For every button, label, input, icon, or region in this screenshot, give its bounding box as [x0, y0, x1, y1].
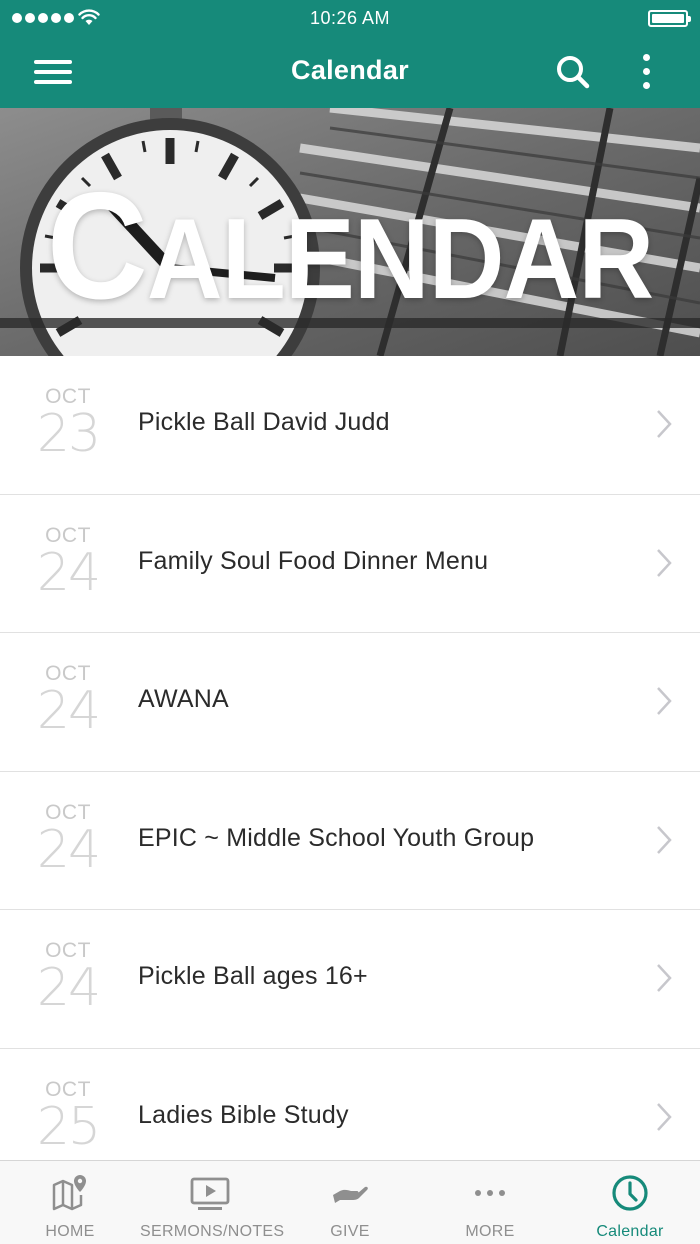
event-title: EPIC ~ Middle School Youth Group: [138, 823, 535, 852]
tab-home[interactable]: HOME: [0, 1161, 140, 1244]
chevron-right-icon: [657, 825, 672, 854]
more-dots-icon: [475, 1190, 505, 1196]
event-title: Family Soul Food Dinner Menu: [138, 546, 489, 575]
video-play-icon: [190, 1177, 230, 1210]
tab-label: HOME: [45, 1223, 95, 1240]
tab-more[interactable]: MORE: [420, 1161, 560, 1244]
event-row[interactable]: OCT 24 AWANA: [0, 633, 700, 772]
tab-label: Calendar: [596, 1223, 664, 1240]
event-day: 24: [36, 958, 101, 1018]
tab-label: GIVE: [330, 1223, 370, 1240]
tab-calendar[interactable]: Calendar: [560, 1161, 700, 1244]
event-row[interactable]: OCT 24 EPIC ~ Middle School Youth Group: [0, 771, 700, 910]
event-title: Pickle Ball David Judd: [138, 408, 390, 436]
chevron-right-icon: [657, 410, 672, 438]
page-title: Calendar: [291, 55, 409, 85]
event-row[interactable]: OCT 25 Ladies Bible Study: [0, 1048, 700, 1160]
status-bar: 10:26 AM: [0, 0, 700, 36]
battery-icon: [648, 10, 691, 27]
tab-label: MORE: [465, 1223, 515, 1240]
overflow-menu-icon[interactable]: [640, 54, 654, 90]
event-date: OCT 24: [26, 801, 110, 880]
event-date: OCT 24: [26, 524, 110, 603]
chevron-right-icon: [657, 548, 672, 577]
chevron-right-icon: [657, 964, 672, 992]
event-day: 24: [36, 819, 101, 880]
event-day: 24: [36, 681, 101, 741]
banner-heading: CALENDAR: [46, 161, 654, 331]
event-row[interactable]: OCT 24 Family Soul Food Dinner Menu: [0, 494, 700, 633]
event-title: Pickle Ball ages 16+: [138, 962, 368, 990]
event-date: OCT 24: [26, 940, 110, 1018]
event-day: 24: [36, 542, 101, 603]
event-list: OCT 23 Pickle Ball David Judd OCT 24 Fam…: [0, 356, 700, 1160]
search-icon[interactable]: [554, 53, 592, 91]
event-date: OCT 24: [26, 663, 110, 741]
tab-bar: HOME SERMONS/NOTES GIVE MORE Calendar: [0, 1160, 700, 1244]
event-row[interactable]: OCT 24 Pickle Ball ages 16+: [0, 910, 700, 1049]
chevron-right-icon: [657, 687, 672, 715]
navigation-bar: Calendar: [0, 36, 700, 108]
tab-give[interactable]: GIVE: [280, 1161, 420, 1244]
event-title: AWANA: [138, 685, 229, 713]
calendar-banner: CALENDAR: [0, 108, 700, 356]
event-date: OCT 23: [26, 386, 110, 464]
tab-sermons-notes[interactable]: SERMONS/NOTES: [140, 1161, 285, 1244]
event-day: 25: [36, 1096, 101, 1157]
map-pin-icon: [52, 1175, 86, 1211]
top-bar: 10:26 AM Calendar: [0, 0, 700, 108]
clock-icon: [612, 1175, 648, 1211]
giving-hand-icon: [333, 1186, 368, 1203]
event-date: OCT 25: [26, 1078, 110, 1157]
event-day: 23: [36, 404, 101, 464]
event-row[interactable]: OCT 23 Pickle Ball David Judd: [0, 356, 700, 495]
chevron-right-icon: [657, 1102, 672, 1131]
event-title: Ladies Bible Study: [138, 1100, 349, 1129]
tab-label: SERMONS/NOTES: [140, 1223, 285, 1240]
status-time: 10:26 AM: [309, 8, 391, 28]
